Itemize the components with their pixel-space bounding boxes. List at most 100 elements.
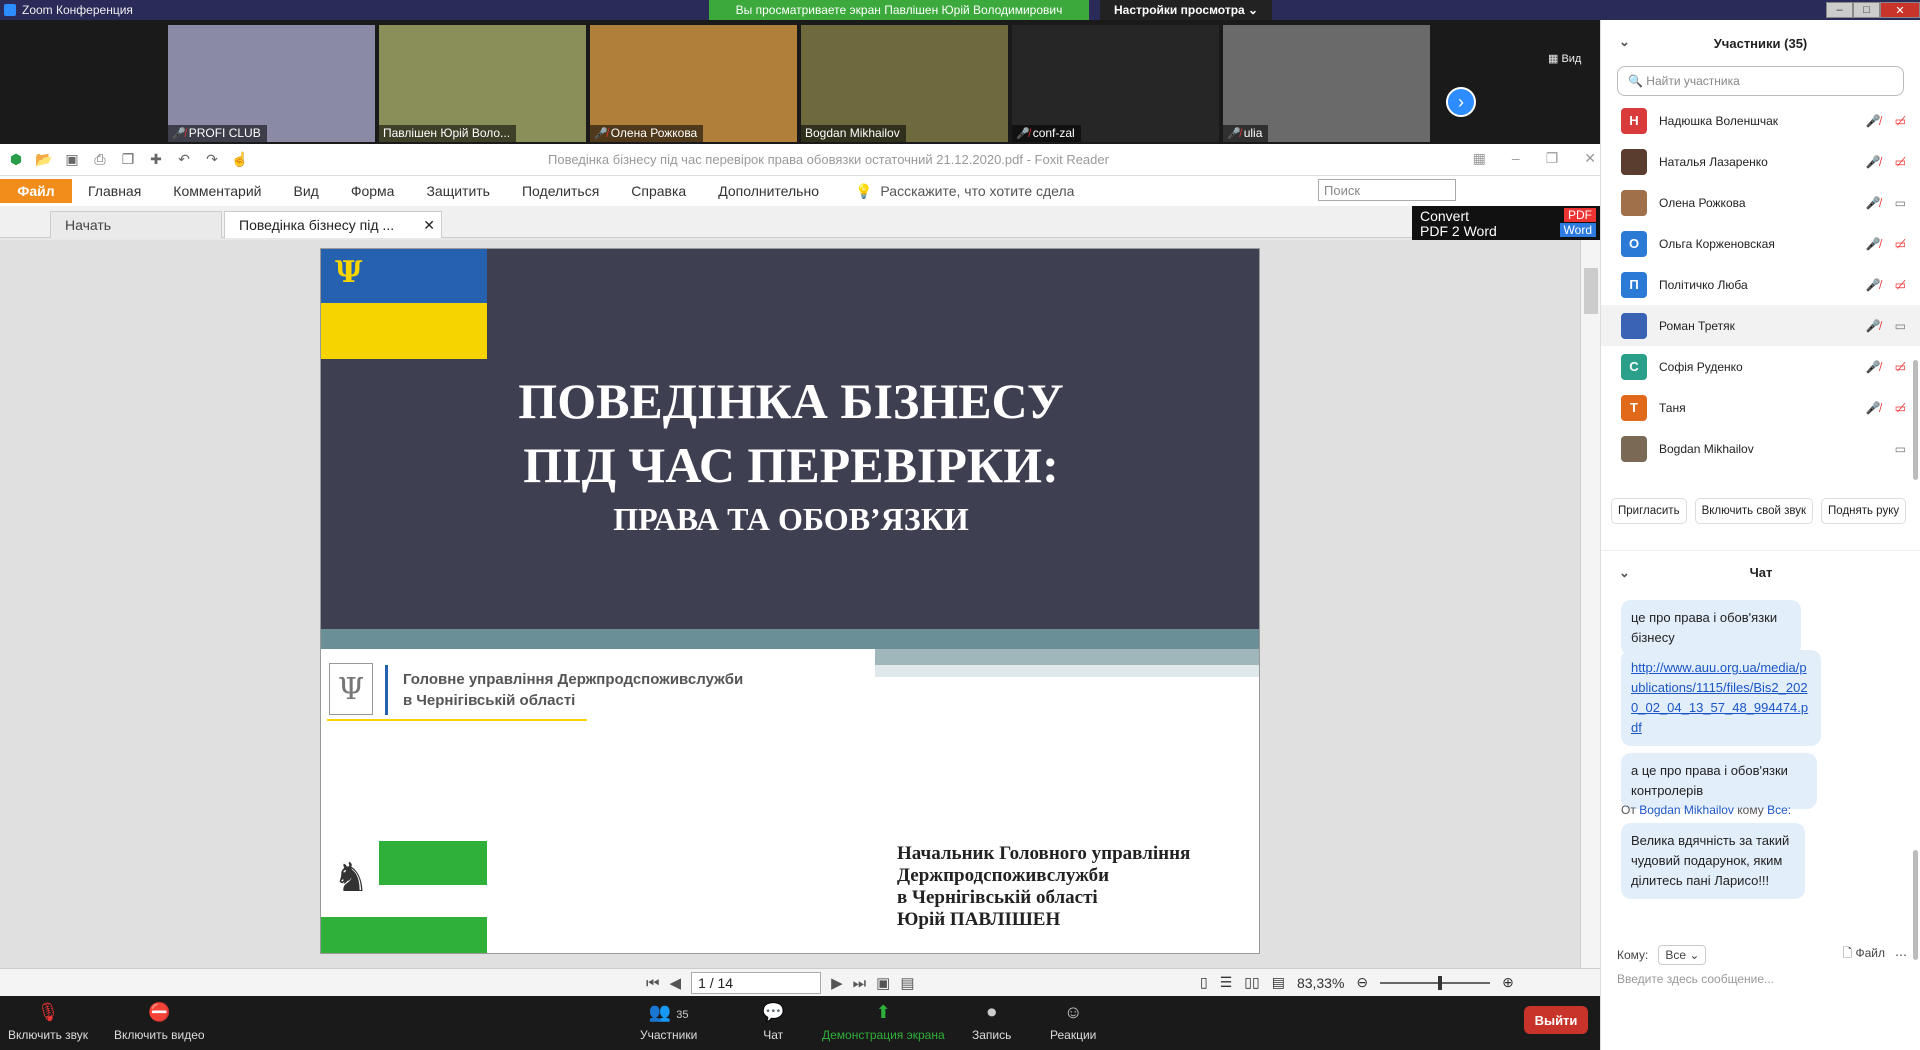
view-layout-button[interactable]: ▦ Вид [1548, 52, 1581, 65]
participant-row[interactable]: О Ольга Корженовская 🎤̸ ▭̸ [1601, 223, 1920, 264]
video-off-icon: ▭̸ [1894, 113, 1906, 128]
minimize-icon[interactable]: – [1512, 150, 1520, 167]
unmute-button[interactable]: 🎙 Включить звук [8, 1002, 88, 1042]
video-tile[interactable]: Павлішен Юрій Воло... [379, 25, 586, 142]
participant-name: Павлішен Юрій Воло... [383, 126, 511, 140]
vertical-scrollbar[interactable] [1580, 240, 1600, 968]
layout-icon[interactable]: ▦ [1473, 150, 1486, 167]
video-tile[interactable]: 🎤̸ ulia [1223, 25, 1430, 142]
tab-start[interactable]: Начать [50, 211, 222, 238]
zoom-value[interactable]: 83,33% [1297, 975, 1344, 991]
signer-line4: Юрій ПАВЛІШЕН [897, 909, 1061, 930]
chat-scrollbar[interactable] [1913, 850, 1918, 960]
facing-icon[interactable]: ▯▯ [1244, 974, 1259, 991]
participant-search-input[interactable]: 🔍 Найти участника [1617, 66, 1904, 96]
continuous-facing-icon[interactable]: ▤ [1272, 974, 1285, 991]
fit-page-icon[interactable]: ▣ [876, 974, 890, 992]
leave-button[interactable]: Выйти [1524, 1006, 1588, 1034]
menu-view[interactable]: Вид [277, 183, 334, 199]
chevron-down-icon[interactable]: ⌄ [1619, 565, 1630, 581]
copy-icon[interactable]: ❐ [118, 151, 138, 169]
open-icon[interactable]: 📂 [34, 151, 54, 169]
fit-width-icon[interactable]: ▤ [900, 974, 914, 992]
video-tile[interactable]: 🎤̸ PROFI CLUB [168, 25, 375, 142]
chat-sender-line: От Bogdan Mikhailov кому Все: [1621, 803, 1791, 817]
lightbulb-icon: 💡 [854, 182, 873, 199]
record-icon: ⏺ [987, 1002, 997, 1022]
next-page-arrow-icon[interactable]: › [1446, 87, 1476, 117]
participant-row[interactable]: Наталья Лазаренко 🎤̸ ▭̸ [1601, 141, 1920, 182]
tab-close-icon[interactable]: ✕ [423, 217, 435, 234]
menu-help[interactable]: Справка [615, 183, 702, 199]
tab-document[interactable]: Поведінка бізнесу під ... ✕ [224, 211, 442, 238]
slide-title: ПОВЕДІНКА БІЗНЕСУ ПІД ЧАС ПЕРЕВІРКИ: ПРА… [321, 369, 1259, 541]
start-video-button[interactable]: ⛔ Включить видео [114, 1002, 205, 1042]
record-button[interactable]: ⏺ Запись [972, 1002, 1011, 1042]
participant-row[interactable]: Т Таня 🎤̸ ▭̸ [1601, 387, 1920, 428]
chat-button[interactable]: 💬 Чат [762, 1002, 784, 1042]
participant-row[interactable]: П Політичко Люба 🎤̸ ▭̸ [1601, 264, 1920, 305]
chevron-down-icon[interactable]: ⌄ [1619, 34, 1630, 50]
participant-row[interactable]: С Софія Руденко 🎤̸ ▭̸ [1601, 346, 1920, 387]
menu-extra[interactable]: Дополнительно [702, 183, 835, 199]
maximize-icon[interactable]: □ [1853, 2, 1880, 18]
zoom-window-controls: – □ ✕ [1826, 0, 1920, 20]
convert-pdf-2-word-banner[interactable]: Convert PDF 2 Word PDF Word [1412, 206, 1600, 240]
slide-title-line3: ПРАВА ТА ОБОВ’ЯЗКИ [613, 501, 969, 537]
video-tile[interactable]: Bogdan Mikhailov [801, 25, 1008, 142]
video-tile[interactable]: 🎤̸ Олена Рожкова [590, 25, 797, 142]
zoom-slider[interactable] [1380, 975, 1491, 990]
single-page-icon[interactable]: ▯ [1200, 974, 1208, 991]
restore-icon[interactable]: ❐ [1546, 150, 1559, 167]
participant-row[interactable]: Bogdan Mikhailov ▭ [1601, 428, 1920, 469]
document-viewport[interactable]: Ψ ПОВЕДІНКА БІЗНЕСУ ПІД ЧАС ПЕРЕВІРКИ: П… [0, 240, 1580, 968]
file-button[interactable]: 🗋 Файл [1843, 944, 1886, 965]
search-input[interactable]: Поиск [1318, 179, 1456, 201]
participant-row[interactable]: Н Надюшка Воленшчак 🎤̸ ▭̸ [1601, 100, 1920, 141]
undo-icon[interactable]: ↶ [174, 151, 194, 169]
last-page-icon[interactable]: ⏭ [853, 975, 867, 992]
video-tile[interactable]: 🎤̸ conf-zal [1012, 25, 1219, 142]
share-screen-label: Демонстрация экрана [822, 1028, 945, 1042]
avatar: О [1621, 230, 1647, 257]
redo-icon[interactable]: ↷ [202, 151, 222, 169]
tell-me-box[interactable]: 💡 Расскажите, что хотите сдела [855, 183, 1074, 200]
continuous-icon[interactable]: ☰ [1220, 974, 1233, 991]
invite-button[interactable]: Пригласить [1611, 498, 1687, 524]
participant-scrollbar[interactable] [1913, 360, 1918, 480]
save-icon[interactable]: ▣ [62, 151, 82, 169]
new-icon[interactable]: ✚ [146, 151, 166, 169]
more-options-icon[interactable]: ⋯ [1895, 948, 1907, 962]
prev-page-icon[interactable]: ◀ [670, 974, 682, 992]
print-icon[interactable]: ⎙ [90, 151, 110, 169]
page-number-input[interactable]: 1 / 14 [691, 972, 822, 994]
minimize-icon[interactable]: – [1826, 2, 1853, 18]
reactions-button[interactable]: ☺ Реакции [1050, 1002, 1096, 1042]
zoom-in-icon[interactable]: ⊕ [1502, 974, 1514, 991]
chat-link[interactable]: http://www.auu.org.ua/media/publications… [1631, 660, 1808, 735]
next-page-icon[interactable]: ▶ [831, 974, 843, 992]
avatar: Н [1621, 107, 1647, 134]
menu-share[interactable]: Поделиться [506, 183, 615, 199]
scrollbar-thumb[interactable] [1584, 268, 1598, 314]
first-page-icon[interactable]: ⏮ [646, 975, 660, 992]
close-icon[interactable]: ✕ [1584, 150, 1596, 167]
zoom-out-icon[interactable]: ⊖ [1356, 974, 1368, 991]
menu-comment[interactable]: Комментарий [157, 183, 277, 199]
recipient-select[interactable]: Все ⌄ [1658, 944, 1707, 965]
menu-form[interactable]: Форма [335, 183, 411, 199]
participants-button[interactable]: 👥 35 Участники [640, 1002, 697, 1042]
participant-row[interactable]: Олена Рожкова 🎤̸ ▭ [1601, 182, 1920, 223]
participant-row[interactable]: Роман Третяк 🎤̸ ▭ [1601, 305, 1920, 346]
close-icon[interactable]: ✕ [1880, 2, 1920, 18]
share-screen-button[interactable]: ⬆ Демонстрация экрана [822, 1002, 945, 1042]
menu-home[interactable]: Главная [72, 183, 157, 199]
hand-tool-icon[interactable]: ☝ [230, 151, 250, 169]
raise-hand-button[interactable]: Поднять руку [1821, 498, 1907, 524]
participant-status-icons: 🎤̸ ▭ [1866, 196, 1906, 210]
view-settings-button[interactable]: Настройки просмотра ⌄ [1100, 0, 1273, 20]
unmute-self-button[interactable]: Включить свой звук [1694, 498, 1814, 524]
menu-protect[interactable]: Защитить [410, 183, 506, 199]
menu-file[interactable]: Файл [0, 179, 72, 203]
chat-message-input[interactable]: Введите здесь сообщение... [1617, 972, 1774, 986]
